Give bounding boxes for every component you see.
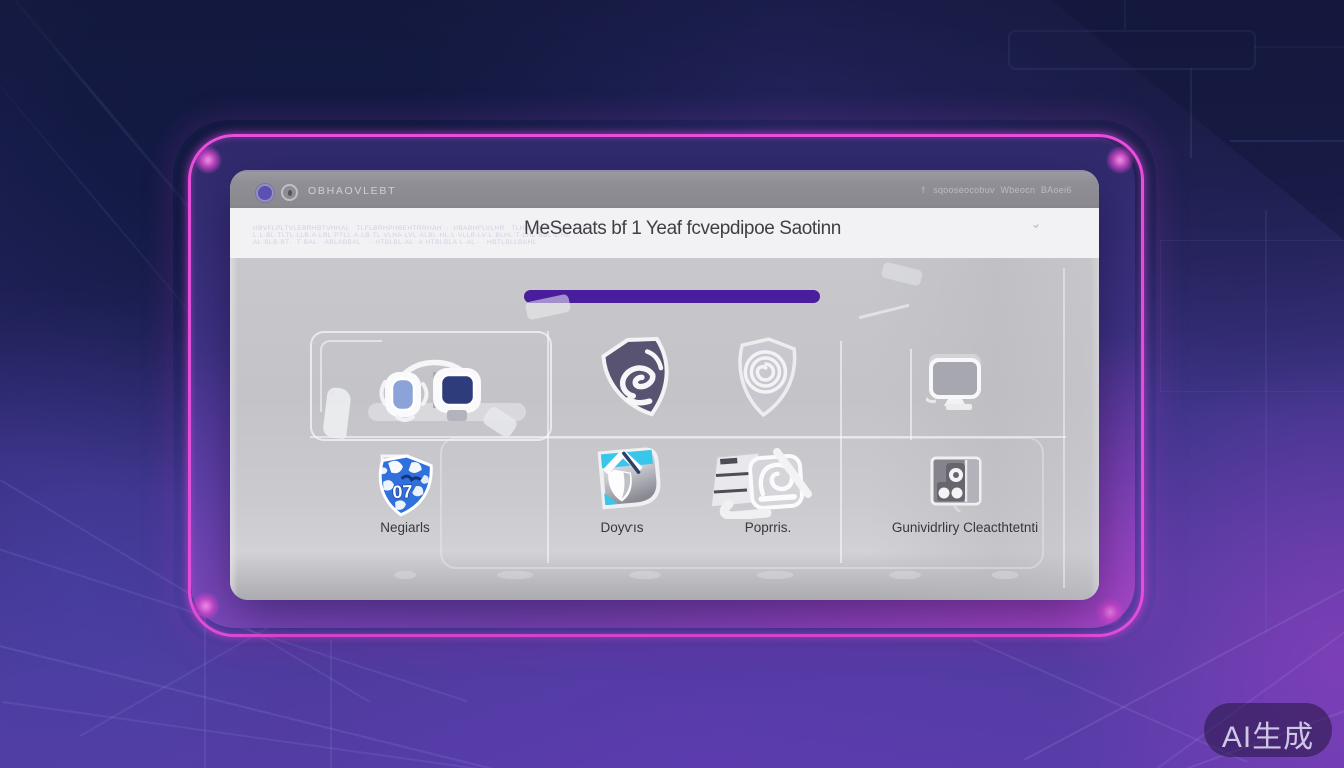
- svg-text:07: 07: [392, 481, 413, 502]
